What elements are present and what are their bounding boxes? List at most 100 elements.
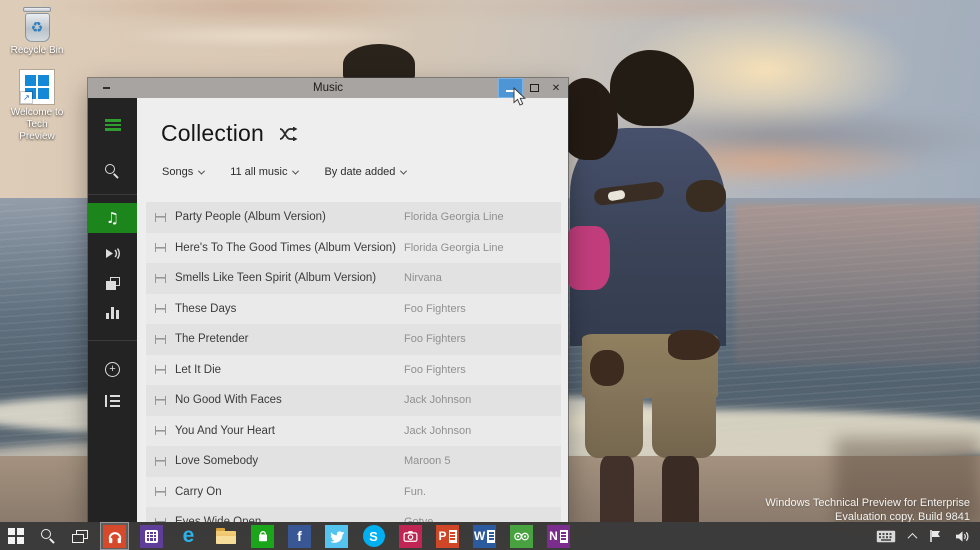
child-pink-clothes <box>564 226 610 290</box>
taskbar-camera-app[interactable] <box>397 523 424 549</box>
hamburger-icon <box>105 119 121 131</box>
action-center-button[interactable] <box>929 529 942 543</box>
song-artist: Fun. <box>404 486 426 498</box>
shuffle-icon[interactable] <box>279 127 298 141</box>
task-view-button[interactable] <box>64 522 96 550</box>
song-row[interactable]: Let It DieFoo Fighters <box>146 355 561 386</box>
song-title: Party People (Album Version) <box>175 211 326 223</box>
song-row[interactable]: Smells Like Teen Spirit (Album Version) N… <box>146 263 561 294</box>
menu-button[interactable] <box>88 110 137 140</box>
start-button[interactable] <box>0 522 32 550</box>
onenote-icon: N <box>547 525 570 548</box>
song-row[interactable]: These DaysFoo Fighters <box>146 294 561 325</box>
camera-icon <box>399 525 422 548</box>
sidebar-explore-button[interactable] <box>88 268 137 298</box>
stream-icon <box>155 274 166 283</box>
song-row[interactable]: Here's To The Good Times (Album Version)… <box>146 233 561 264</box>
folder-icon <box>216 528 236 544</box>
taskbar-purple-tile-app[interactable] <box>138 523 165 549</box>
powerpoint-icon: P <box>436 525 459 548</box>
word-icon: W <box>473 525 496 548</box>
facebook-icon: f <box>288 525 311 548</box>
stream-icon <box>155 457 166 466</box>
song-title: No Good With Faces <box>175 394 282 406</box>
stream-icon <box>155 335 166 344</box>
filter-all-music[interactable]: 11 all music <box>230 166 298 178</box>
song-artist: Maroon 5 <box>404 455 450 467</box>
chevron-down-icon <box>198 167 205 174</box>
taskbar-tripadvisor-app[interactable] <box>508 523 535 549</box>
child-foot <box>590 350 624 386</box>
filter-songs[interactable]: Songs <box>162 166 204 178</box>
man-head <box>610 50 694 126</box>
sidebar-insights-button[interactable] <box>88 298 137 328</box>
taskbar-search-button[interactable] <box>32 522 64 550</box>
song-row[interactable]: Eyes Wide OpenGotye <box>146 507 561 522</box>
taskbar-store-app[interactable] <box>249 523 276 549</box>
song-artist: Florida Georgia Line <box>404 242 504 254</box>
taskbar-word-app[interactable]: W <box>471 523 498 549</box>
now-playing-button[interactable] <box>88 386 137 416</box>
song-row[interactable]: You And Your Heart Jack Johnson <box>146 416 561 447</box>
song-title: The Pretender <box>175 333 249 345</box>
mouse-cursor <box>513 87 526 106</box>
welcome-tech-preview-desktop-icon[interactable]: ↗ Welcome to Tech Preview <box>8 70 66 143</box>
search-icon <box>41 529 56 544</box>
stream-icon <box>155 426 166 435</box>
recycle-bin-desktop-icon[interactable]: ♻ Recycle Bin <box>8 7 66 57</box>
stream-icon <box>155 487 166 496</box>
filter-label: 11 all music <box>230 166 287 178</box>
taskbar: e f S <box>0 522 980 550</box>
taskbar-internet-explorer[interactable]: e <box>175 523 202 549</box>
bar-chart-icon <box>106 307 119 319</box>
song-artist: Nirvana <box>404 272 442 284</box>
shortcut-arrow-icon: ↗ <box>21 92 32 103</box>
taskbar-file-explorer[interactable] <box>212 523 239 549</box>
flag-icon <box>929 529 942 543</box>
song-list: Party People (Album Version) Florida Geor… <box>146 202 561 522</box>
speaker-icon <box>955 530 970 543</box>
taskbar-twitter-app[interactable] <box>323 523 350 549</box>
song-artist: Florida Georgia Line <box>404 211 504 223</box>
song-artist: Foo Fighters <box>404 333 466 345</box>
new-playlist-button[interactable]: + <box>88 354 137 384</box>
stream-icon <box>155 396 166 405</box>
sidebar-collection-button[interactable]: ♫ <box>88 203 137 233</box>
taskbar-powerpoint-app[interactable]: P <box>434 523 461 549</box>
taskbar-facebook-app[interactable]: f <box>286 523 313 549</box>
child-feet <box>668 330 720 360</box>
filter-label: Songs <box>162 166 193 178</box>
windows-start-icon <box>8 528 24 544</box>
song-row[interactable]: Party People (Album Version) Florida Geor… <box>146 202 561 233</box>
song-row[interactable]: No Good With Faces Jack Johnson <box>146 385 561 416</box>
song-row[interactable]: Love SomebodyMaroon 5 <box>146 446 561 477</box>
song-row[interactable]: Carry On Fun. <box>146 477 561 508</box>
close-button[interactable]: ✕ <box>545 78 567 98</box>
man-leg <box>662 456 699 522</box>
song-title: Carry On <box>175 486 222 498</box>
title-bar[interactable]: Music ✕ <box>88 78 568 98</box>
stream-icon <box>155 243 166 252</box>
sidebar-divider <box>88 194 137 195</box>
chevron-down-icon <box>292 167 299 174</box>
sidebar-radio-button[interactable] <box>88 238 137 268</box>
filter-sort[interactable]: By date added <box>324 166 406 178</box>
touch-keyboard-button[interactable] <box>876 530 896 543</box>
song-artist: Jack Johnson <box>404 394 471 406</box>
song-row[interactable]: The Pretender Foo Fighters <box>146 324 561 355</box>
taskbar-music-app[interactable] <box>101 523 128 549</box>
sidebar-search-button[interactable] <box>88 156 137 186</box>
volume-button[interactable] <box>955 530 970 543</box>
maximize-button[interactable] <box>523 78 545 98</box>
stream-icon <box>155 365 166 374</box>
man-shorts-leg <box>585 392 643 458</box>
chevron-up-icon <box>908 532 918 542</box>
song-title: You And Your Heart <box>175 425 275 437</box>
filter-label: By date added <box>324 166 395 178</box>
song-title: Smells Like Teen Spirit (Album Version) <box>175 272 376 284</box>
taskbar-onenote-app[interactable]: N <box>545 523 572 549</box>
song-artist: Jack Johnson <box>404 425 471 437</box>
show-hidden-icons-button[interactable] <box>909 533 916 540</box>
taskbar-skype-app[interactable]: S <box>360 523 387 549</box>
skype-icon: S <box>363 525 385 547</box>
